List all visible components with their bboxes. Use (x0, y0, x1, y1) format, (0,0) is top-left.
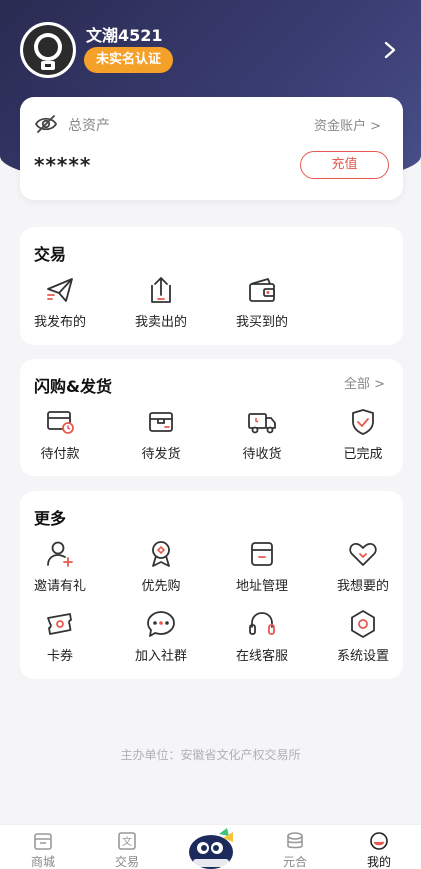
package-icon (149, 412, 173, 432)
fund-account-link[interactable]: 资金账户 > (314, 115, 381, 134)
order-item-label: 待收货 (242, 447, 282, 462)
shop-icon (34, 833, 52, 850)
orders-section: 闪购&发货 全部 > 待付款 待发货 待收货 已完成 (20, 359, 403, 476)
ribbon-icon (152, 541, 170, 567)
profile-face-icon (370, 832, 388, 850)
address-box-icon (251, 542, 273, 566)
more-item-priority[interactable]: 优先购 (121, 539, 201, 594)
chevron-right-icon[interactable] (380, 38, 400, 62)
avatar[interactable] (20, 22, 76, 78)
eye-hidden-icon[interactable] (34, 113, 58, 135)
username: 文潮4521 (86, 26, 163, 45)
view-all-link[interactable]: 全部 > (344, 373, 385, 392)
user-plus-icon (47, 541, 73, 567)
more-item-label: 我想要的 (336, 579, 389, 594)
order-item-label: 待发货 (141, 447, 181, 462)
more-item-coupons[interactable]: 卡券 (20, 609, 100, 664)
tab-label: 我的 (366, 855, 391, 869)
tab-label: 元合 (282, 855, 307, 869)
shield-check-icon (352, 409, 374, 435)
trade-section: 交易 我发布的 我卖出的 我买到的 (20, 227, 403, 345)
realname-badge[interactable]: 未实名认证 (84, 47, 174, 73)
section-title: 闪购&发货 (34, 377, 112, 396)
more-item-invite[interactable]: 邀请有礼 (20, 539, 100, 594)
svg-text:文: 文 (122, 835, 132, 848)
tab-label: 商城 (30, 855, 55, 869)
more-item-label: 卡券 (46, 649, 73, 664)
trade-item-bought[interactable]: 我买到的 (222, 275, 302, 330)
trade-icon: 文 (118, 832, 136, 850)
card-clock-icon (47, 411, 74, 434)
more-item-label: 加入社群 (134, 649, 187, 664)
box-upload-icon (151, 277, 171, 303)
more-item-label: 邀请有礼 (33, 579, 86, 594)
coins-icon (287, 832, 303, 849)
more-item-label: 优先购 (141, 579, 181, 594)
more-item-support[interactable]: 在线客服 (222, 609, 302, 664)
tab-yuanhe[interactable]: 元合 (260, 831, 330, 869)
order-item-label: 已完成 (343, 447, 383, 462)
settings-hex-icon (351, 610, 375, 638)
wallet-icon (249, 278, 275, 302)
more-item-wishlist[interactable]: 我想要的 (323, 539, 403, 594)
order-item-pending-payment[interactable]: 待付款 (20, 407, 100, 462)
mascot-icon[interactable] (183, 826, 239, 869)
asset-label: 总资产 (68, 118, 110, 134)
heart-icon (349, 543, 377, 566)
more-item-community[interactable]: 加入社群 (121, 609, 201, 664)
trade-item-published[interactable]: 我发布的 (20, 275, 100, 330)
trade-item-label: 我发布的 (33, 315, 86, 330)
order-item-to-receive[interactable]: 待收货 (222, 407, 302, 462)
asset-amount: ***** (34, 153, 92, 177)
more-item-label: 系统设置 (336, 649, 389, 664)
section-title: 交易 (34, 245, 67, 264)
section-title: 更多 (34, 509, 67, 528)
trade-item-label: 我卖出的 (134, 315, 187, 330)
more-item-address[interactable]: 地址管理 (222, 539, 302, 594)
tab-trade[interactable]: 文 交易 (92, 831, 162, 869)
tab-shop[interactable]: 商城 (8, 831, 78, 869)
more-section: 更多 邀请有礼 优先购 地址管理 我想要的 卡券 加入社群 在线客服 系统设置 (20, 491, 403, 679)
ticket-icon (47, 613, 72, 635)
order-item-completed[interactable]: 已完成 (323, 407, 403, 462)
chat-icon (147, 611, 175, 637)
headset-icon (249, 612, 275, 635)
paper-plane-icon (47, 278, 73, 302)
recharge-button[interactable]: 充值 (300, 151, 389, 179)
more-item-settings[interactable]: 系统设置 (323, 609, 403, 664)
trade-item-sold[interactable]: 我卖出的 (121, 275, 201, 330)
tab-mine[interactable]: 我的 (344, 831, 414, 869)
order-item-label: 待付款 (40, 447, 80, 462)
tab-label: 交易 (114, 855, 139, 869)
more-item-label: 在线客服 (235, 649, 288, 664)
trade-item-label: 我买到的 (235, 315, 288, 330)
asset-card: 总资产 资金账户 > ***** 充值 (20, 97, 403, 200)
order-item-to-ship[interactable]: 待发货 (121, 407, 201, 462)
organizer-note: 主办单位：安徽省文化产权交易所 (120, 748, 301, 762)
more-item-label: 地址管理 (235, 579, 288, 594)
truck-icon (248, 413, 276, 434)
